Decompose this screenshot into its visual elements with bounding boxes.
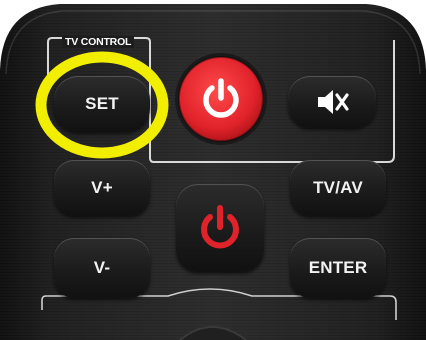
power-icon [201, 205, 239, 249]
volume-down-label: V- [93, 258, 111, 277]
enter-button[interactable]: ENTER [290, 238, 386, 298]
remote-control: TV CONTROL SET V+ V- TV/AV ENTER [0, 0, 426, 340]
volume-up-button[interactable]: V+ [54, 160, 150, 216]
set-button[interactable]: SET [54, 76, 150, 132]
tv-power-button[interactable] [176, 184, 264, 272]
power-button[interactable] [179, 57, 263, 141]
mute-icon [318, 90, 349, 114]
tv-control-label: TV CONTROL [62, 36, 135, 48]
set-button-label: SET [85, 94, 119, 113]
volume-down-button[interactable]: V- [54, 238, 150, 298]
tv-av-button[interactable]: TV/AV [290, 160, 386, 216]
tv-av-label: TV/AV [313, 178, 363, 197]
power-icon [203, 78, 239, 118]
enter-label: ENTER [308, 258, 368, 277]
mute-button[interactable] [288, 76, 376, 128]
volume-up-label: V+ [91, 178, 113, 197]
